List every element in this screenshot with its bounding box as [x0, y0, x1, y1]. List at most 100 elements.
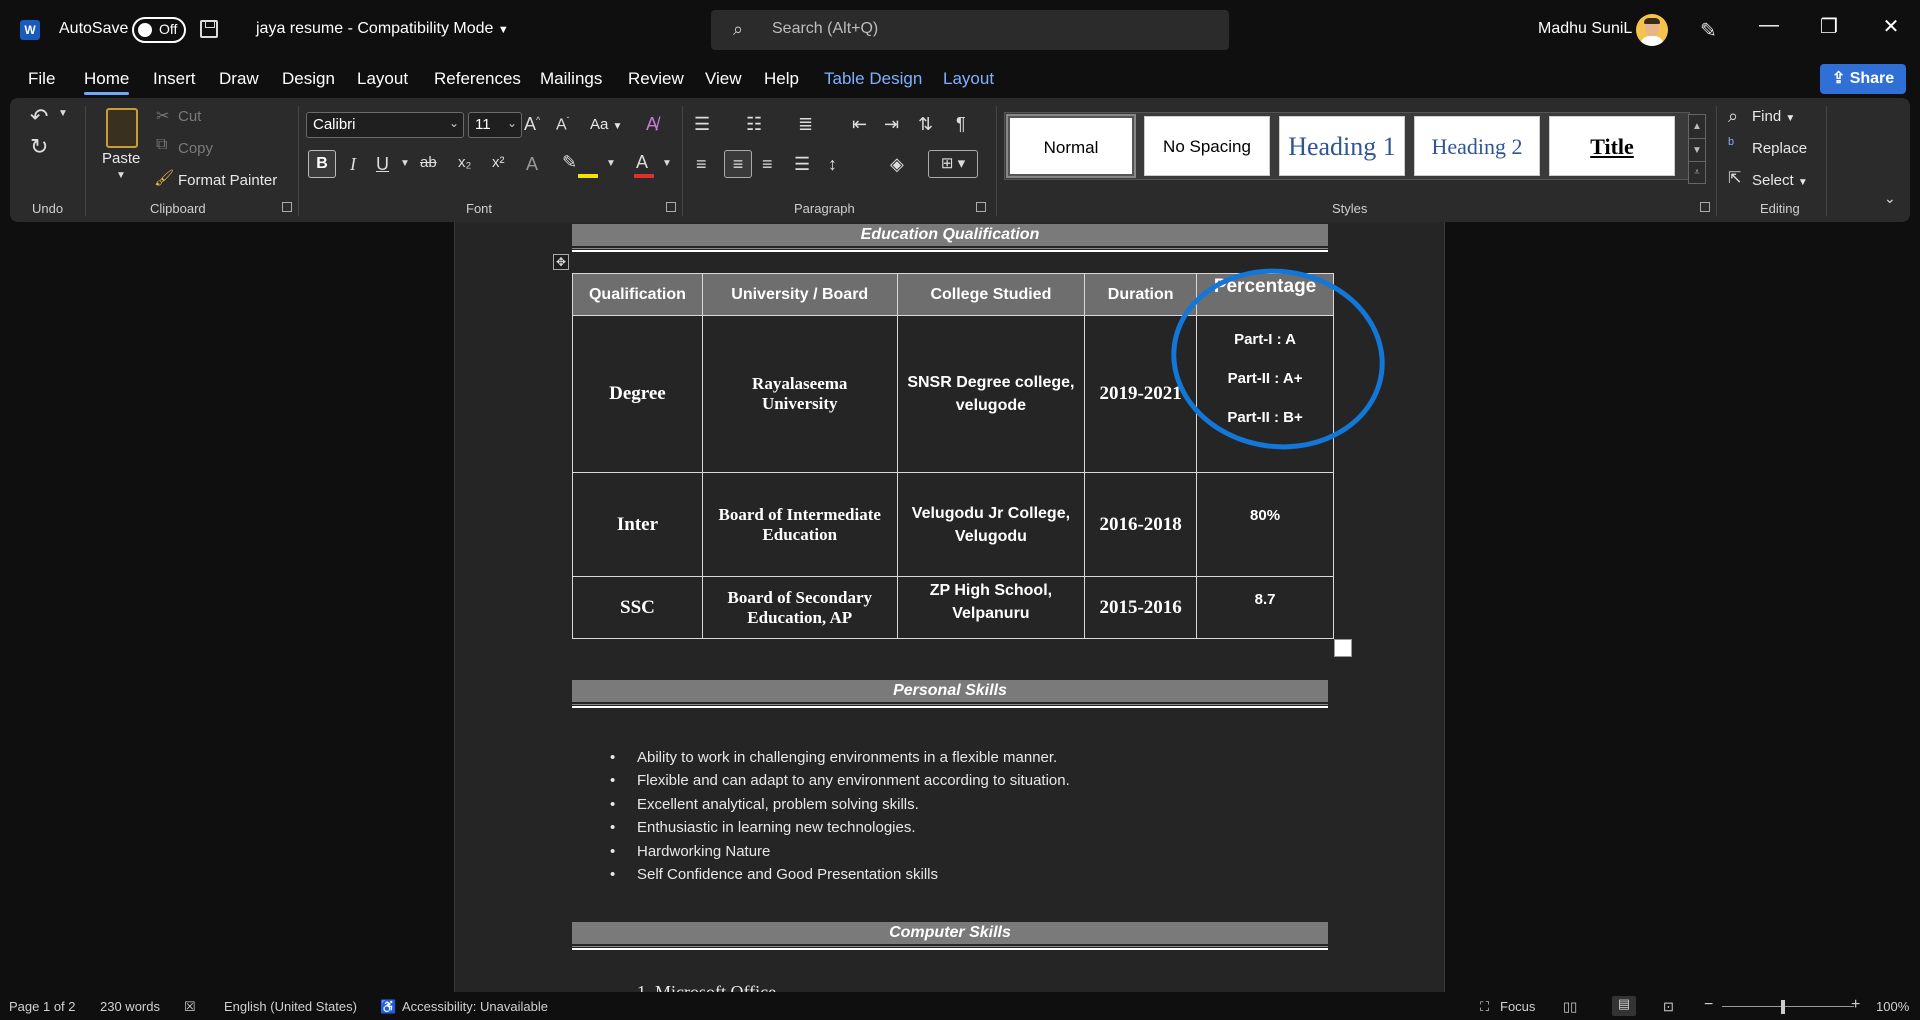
table-cell[interactable]: 2016-2018	[1084, 472, 1198, 577]
tab-home[interactable]: Home	[84, 69, 130, 95]
zoom-slider[interactable]	[1722, 1006, 1854, 1007]
document-page[interactable]: Education Qualification ✥ Qualification …	[454, 222, 1445, 992]
focus-button[interactable]: Focus	[1500, 999, 1535, 1014]
chevron-down-icon[interactable]: ▼	[606, 158, 616, 169]
language[interactable]: English (United States)	[224, 999, 357, 1014]
tab-view[interactable]: View	[705, 69, 742, 89]
table-cell[interactable]: Board of Intermediate Education	[701, 472, 898, 577]
proofing-icon[interactable]: ☒	[184, 999, 196, 1015]
zoom-out-icon[interactable]: −	[1704, 996, 1713, 1014]
tab-layout[interactable]: Layout	[357, 69, 408, 89]
shading-icon[interactable]: ◈	[890, 154, 904, 175]
tab-help[interactable]: Help	[764, 69, 799, 89]
chevron-down-icon[interactable]: ▼	[400, 158, 410, 169]
style-title[interactable]: Title	[1549, 116, 1675, 176]
tab-draw[interactable]: Draw	[219, 69, 259, 89]
table-cell[interactable]: ZP High School, Velpanuru	[896, 576, 1086, 639]
align-left-icon[interactable]: ≡	[696, 154, 707, 175]
font-name-combo[interactable]: Calibri ⌄	[306, 112, 464, 138]
style-heading-1[interactable]: Heading 1	[1279, 116, 1405, 176]
share-button[interactable]: ⇪ Share	[1820, 64, 1906, 94]
page-count[interactable]: Page 1 of 2	[9, 999, 76, 1014]
font-color-icon[interactable]: A	[636, 152, 648, 173]
user-name[interactable]: Madhu SuniL	[1538, 20, 1632, 38]
chevron-down-icon[interactable]: ▼	[662, 158, 672, 169]
undo-dropdown-icon[interactable]: ▼	[58, 108, 68, 119]
clipboard-launcher-icon[interactable]	[282, 202, 292, 212]
avatar[interactable]	[1636, 14, 1668, 46]
tab-insert[interactable]: Insert	[153, 69, 196, 89]
designer-pen-icon[interactable]: ✎	[1700, 18, 1717, 43]
align-center-button[interactable]: ≡	[724, 150, 752, 178]
table-cell[interactable]: 80%	[1196, 472, 1334, 577]
table-cell[interactable]: SSC	[572, 576, 703, 639]
table-cell[interactable]: Rayalaseema University	[701, 315, 898, 473]
select-cursor-icon[interactable]: ⇱	[1728, 168, 1741, 188]
font-launcher-icon[interactable]	[666, 202, 676, 212]
save-icon[interactable]	[200, 20, 218, 38]
collapse-ribbon-icon[interactable]: ⌄	[1884, 190, 1896, 207]
table-cell[interactable]: Board of Secondary Education, AP	[701, 576, 898, 639]
print-layout-icon[interactable]: ▤	[1612, 996, 1636, 1016]
redo-icon[interactable]: ↻	[30, 134, 48, 160]
numbering-icon[interactable]: ☷	[746, 114, 762, 135]
styles-launcher-icon[interactable]	[1700, 202, 1710, 212]
font-size-combo[interactable]: 11 ⌄	[468, 112, 522, 138]
align-right-icon[interactable]: ≡	[762, 154, 773, 175]
web-layout-icon[interactable]: ⊡	[1663, 999, 1674, 1015]
subscript-button[interactable]: x₂	[458, 154, 471, 171]
table-cell[interactable]: Velugodu Jr College, Velugodu	[896, 472, 1086, 577]
tab-design[interactable]: Design	[282, 69, 335, 89]
style-normal[interactable]: Normal	[1006, 114, 1136, 178]
show-marks-icon[interactable]: ¶	[956, 114, 966, 135]
strikethrough-button[interactable]: ab	[420, 154, 437, 171]
paste-dropdown-icon[interactable]: ▼	[116, 170, 126, 181]
zoom-in-icon[interactable]: +	[1851, 996, 1860, 1014]
text-effects-icon[interactable]: A	[526, 154, 538, 175]
format-painter-icon[interactable]: 🖌	[154, 168, 174, 188]
document-title[interactable]: jaya resume - Compatibility Mode ▼	[256, 20, 509, 38]
list-item[interactable]: Ability to work in challenging environme…	[610, 749, 1070, 772]
list-item[interactable]: Enthusiastic in learning new technologie…	[610, 819, 1070, 842]
close-button[interactable]: ✕	[1876, 14, 1906, 39]
tab-file[interactable]: File	[28, 69, 55, 89]
focus-icon[interactable]: ⛶	[1480, 999, 1489, 1015]
zoom-level[interactable]: 100%	[1876, 999, 1909, 1014]
grow-font-icon[interactable]: A^	[524, 114, 540, 135]
tab-table-layout[interactable]: Layout	[943, 69, 994, 89]
read-mode-icon[interactable]: ▯▯	[1563, 999, 1577, 1015]
style-no-spacing[interactable]: No Spacing	[1144, 116, 1270, 176]
table-resize-handle[interactable]	[1334, 639, 1352, 657]
style-heading-2[interactable]: Heading 2	[1414, 116, 1540, 176]
table-cell[interactable]: 8.7	[1196, 576, 1334, 639]
restore-button[interactable]: ❐	[1814, 14, 1844, 39]
justify-icon[interactable]: ☰	[794, 154, 810, 175]
chevron-up-icon[interactable]: ▲	[1689, 115, 1705, 138]
decrease-indent-icon[interactable]: ⇤	[852, 114, 867, 135]
tab-references[interactable]: References	[434, 69, 521, 89]
styles-scroll[interactable]: ▲ ▼ ⩡	[1688, 114, 1706, 184]
replace-button[interactable]: Replace	[1752, 140, 1807, 157]
table-move-handle-icon[interactable]: ✥	[553, 254, 569, 270]
replace-icon[interactable]: ᵇ	[1728, 136, 1734, 154]
computer-skill-item[interactable]: 1. Microsoft Office	[637, 982, 776, 992]
accessibility-icon[interactable]: ♿	[380, 999, 396, 1015]
change-case-button[interactable]: Aa ▼	[590, 116, 622, 133]
list-item[interactable]: Excellent analytical, problem solving sk…	[610, 796, 1070, 819]
paste-label[interactable]: Paste	[102, 150, 140, 167]
word-count[interactable]: 230 words	[100, 999, 160, 1014]
superscript-button[interactable]: x²	[492, 154, 505, 171]
autosave-toggle[interactable]: Off	[132, 17, 186, 43]
undo-icon[interactable]: ↶	[30, 104, 48, 130]
paste-icon[interactable]	[106, 108, 138, 148]
list-item[interactable]: Hardworking Nature	[610, 843, 1070, 866]
paragraph-launcher-icon[interactable]	[976, 202, 986, 212]
line-spacing-icon[interactable]: ↕	[828, 154, 837, 175]
tab-table-design[interactable]: Table Design	[824, 69, 922, 89]
tab-mailings[interactable]: Mailings	[540, 69, 602, 89]
increase-indent-icon[interactable]: ⇥	[884, 114, 899, 135]
underline-button[interactable]: U	[376, 154, 389, 175]
italic-button[interactable]: I	[350, 154, 356, 175]
multilevel-list-icon[interactable]: ≣	[798, 114, 813, 135]
zoom-slider-thumb[interactable]	[1781, 1000, 1785, 1014]
